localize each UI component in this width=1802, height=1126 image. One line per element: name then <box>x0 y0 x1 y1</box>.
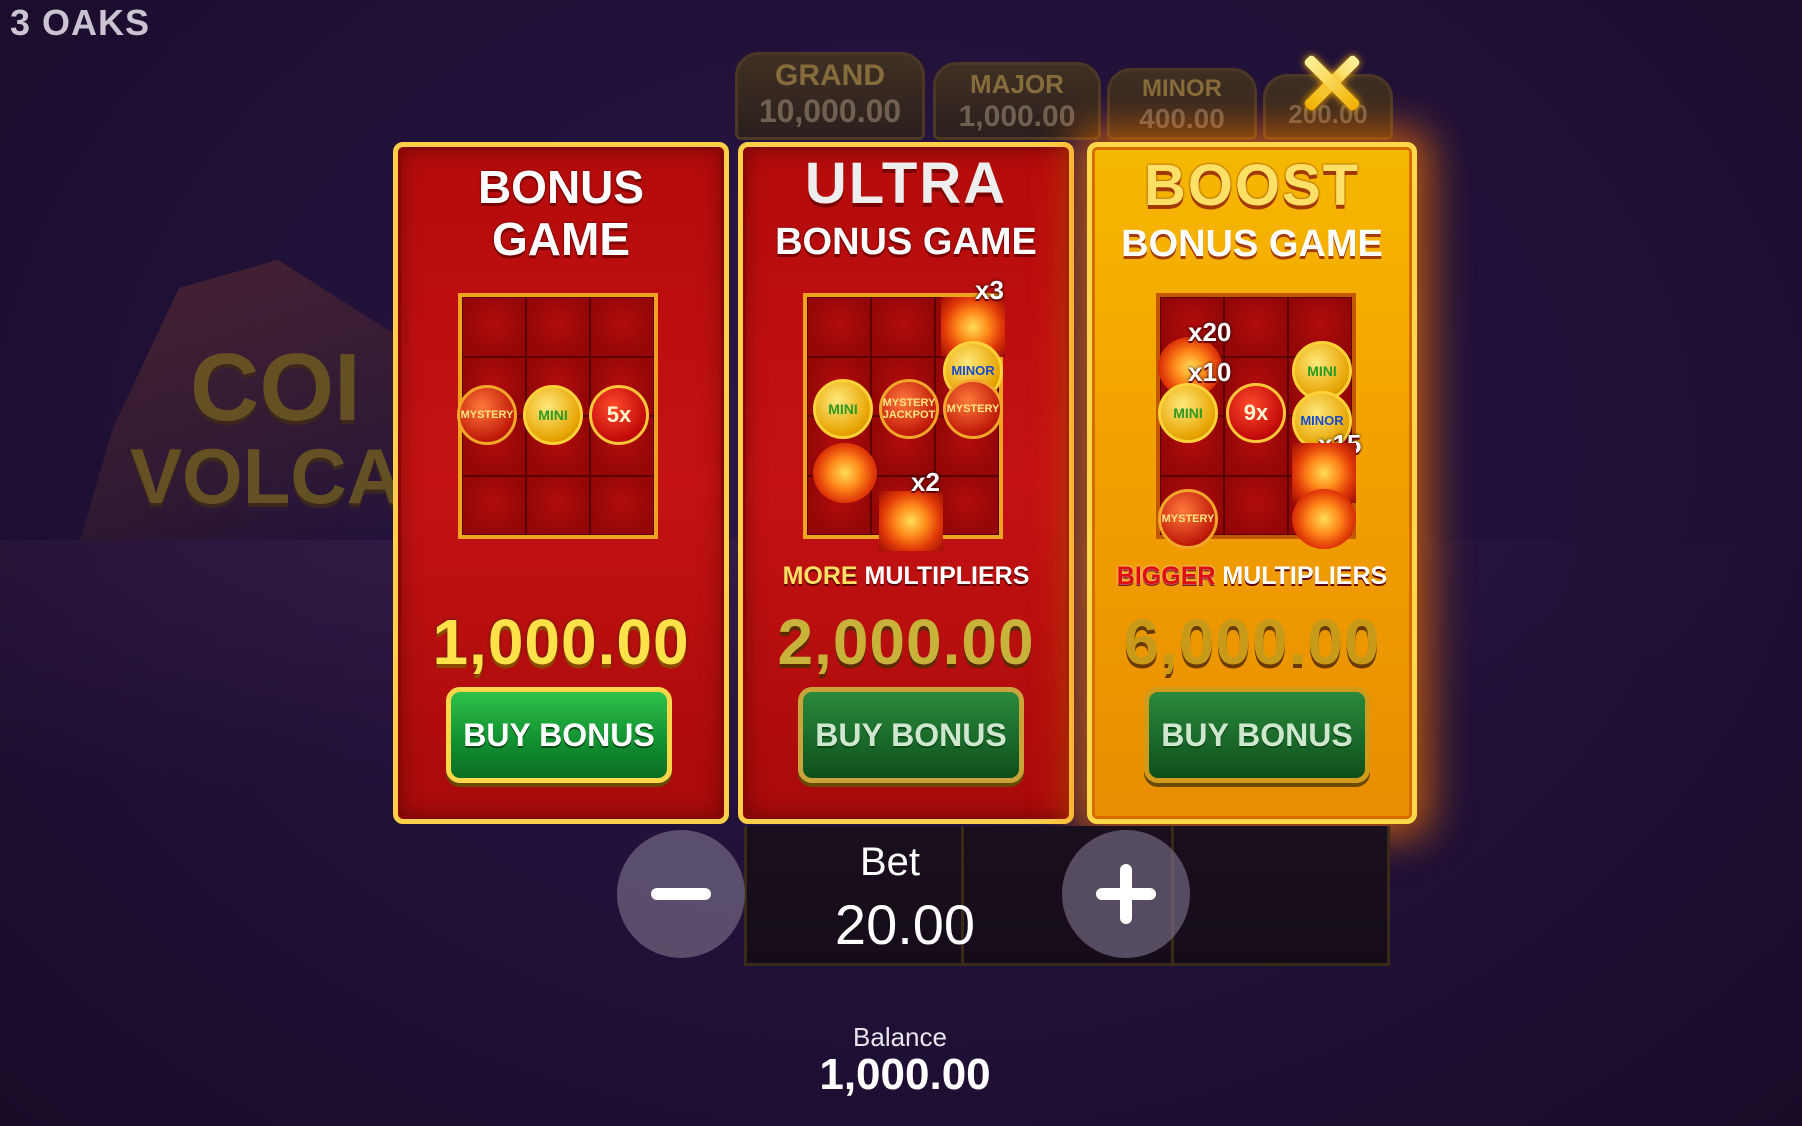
jackpot-value: 10,000.00 <box>758 93 902 129</box>
reel-cell <box>1224 297 1288 357</box>
jackpot-header: GRAND 10,000.00 MAJOR 1,000.00 MINOR 400… <box>735 52 1395 142</box>
jackpot-value: 1,000.00 <box>958 100 1076 133</box>
reel-cell <box>807 297 871 357</box>
jackpot-grand: GRAND 10,000.00 <box>735 52 925 140</box>
buy-bonus-button[interactable]: BUY BONUS <box>798 687 1024 783</box>
card-title-line2: BONUS GAME <box>1121 223 1383 265</box>
fire-swirl-symbol <box>813 443 877 503</box>
jackpot-label: MINOR <box>1142 75 1222 102</box>
reel-cell <box>1224 475 1288 535</box>
reel-cell <box>871 297 935 357</box>
background-game-logo: COI VOLCA <box>130 334 430 520</box>
card-title-line1: BOOST <box>1143 153 1361 218</box>
card-tagline: MORE MULTIPLIERS <box>743 562 1069 591</box>
mystery-coin-symbol: MYSTERY <box>943 379 1003 439</box>
reel-cell <box>462 475 526 535</box>
jackpot-minor: MINOR 400.00 <box>1107 68 1257 140</box>
plus-icon-vertical <box>1120 864 1132 924</box>
reel-cell <box>590 297 654 357</box>
bonus-price: 6,000.00 <box>1123 606 1381 678</box>
reel-cell <box>462 297 526 357</box>
bet-value: 20.00 <box>834 893 976 956</box>
multiplier-tag: x3 <box>975 275 1004 305</box>
reel-cell <box>526 297 590 357</box>
tagline-text: MULTIPLIERS <box>1215 562 1388 590</box>
tagline-highlight: MORE <box>782 562 858 590</box>
tagline-highlight: BIGGER <box>1116 562 1216 590</box>
bet-label: Bet <box>859 840 921 884</box>
jackpot-label: MAJOR <box>970 69 1064 99</box>
jackpot-value: 400.00 <box>1139 103 1225 134</box>
buy-bonus-button[interactable]: BUY BONUS <box>446 687 672 783</box>
mystery-coin-symbol: MYSTERY <box>1158 489 1218 549</box>
mystery-coin-symbol: MYSTERY <box>457 385 517 445</box>
card-title-line2: BONUS GAME <box>775 221 1037 263</box>
multiplier-tag: x2 <box>911 467 940 497</box>
buy-bonus-button[interactable]: BUY BONUS <box>1144 687 1370 783</box>
balance-label: Balance <box>853 1022 947 1052</box>
multiplier-tag: x20 <box>1188 317 1232 347</box>
close-icon[interactable] <box>1300 52 1362 114</box>
card-title-line2: GAME <box>492 213 630 265</box>
fire-tile-symbol <box>879 491 943 551</box>
background-logo-line1: COI <box>190 334 361 441</box>
card-title-line1: ULTRA <box>804 151 1008 216</box>
reel-cell <box>526 475 590 535</box>
brand-logo: 3 OAKS <box>10 2 151 43</box>
bonus-card-boost: BOOST BONUS GAME x20 MINI x10 MINI 9x MI… <box>1087 142 1417 824</box>
bonus-price: 1,000.00 <box>432 606 690 678</box>
bonus-price: 2,000.00 <box>777 606 1035 678</box>
bonus-card-standard: BONUS GAME MYSTERY MINI 5x 1,000.00 BUY … <box>393 142 729 824</box>
multiplier-coin-symbol: 9x <box>1226 383 1286 443</box>
decrease-bet-button[interactable] <box>617 830 745 958</box>
bonus-card-ultra: ULTRA BONUS GAME x3 MINOR MINI MYSTERY J… <box>738 142 1074 824</box>
minus-icon <box>651 888 711 900</box>
fire-swirl-symbol <box>1292 489 1356 549</box>
reel-cell <box>590 475 654 535</box>
jackpot-major: MAJOR 1,000.00 <box>933 62 1101 140</box>
reel-cell <box>935 475 999 535</box>
card-tagline: BIGGER MULTIPLIERS <box>1092 562 1412 591</box>
background-logo-line2: VOLCA <box>130 432 403 520</box>
mini-coin-symbol: MINI <box>813 379 873 439</box>
increase-bet-button[interactable] <box>1062 830 1190 958</box>
mystery-jackpot-coin-symbol: MYSTERY JACKPOT <box>879 379 939 439</box>
jackpot-label: GRAND <box>775 59 885 92</box>
card-title-line1: BONUS <box>477 161 645 213</box>
tagline-text: MULTIPLIERS <box>857 562 1030 590</box>
balance-value: 1,000.00 <box>819 1050 991 1099</box>
mini-coin-symbol: MINI <box>523 385 583 445</box>
mini-coin-symbol: MINI <box>1158 383 1218 443</box>
multiplier-coin-symbol: 5x <box>589 385 649 445</box>
